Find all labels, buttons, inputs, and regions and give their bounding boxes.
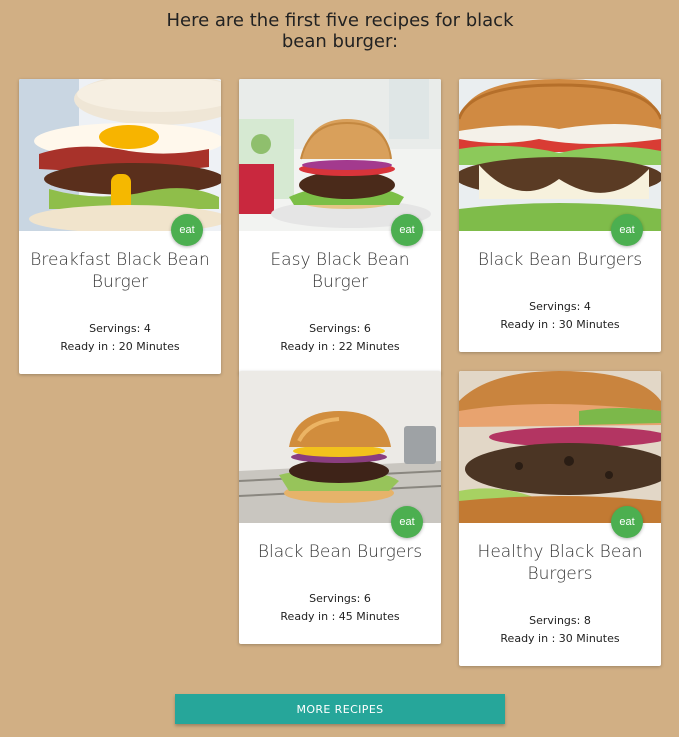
servings-text: Servings: 4 [89,322,151,335]
eat-button[interactable]: eat [391,214,423,246]
servings-text: Servings: 6 [309,322,371,335]
eat-button[interactable]: eat [391,506,423,538]
recipe-meta: Servings: 8 Ready in : 30 Minutes [459,585,661,666]
recipe-meta: Servings: 4 Ready in : 20 Minutes [19,293,221,374]
recipe-card[interactable]: eat Breakfast Black Bean Burger Servings… [19,79,221,374]
servings-text: Servings: 6 [309,592,371,605]
recipe-image[interactable]: eat [239,371,441,538]
recipe-card[interactable]: eat Easy Black Bean Burger Servings: 6 R… [239,79,441,374]
recipe-image[interactable]: eat [459,79,661,246]
eat-button[interactable]: eat [611,214,643,246]
burger-photo [459,79,661,231]
recipe-card[interactable]: eat Black Bean Burgers Servings: 6 Ready… [239,371,441,644]
more-recipes-button[interactable]: MORE RECIPES [175,694,505,724]
ready-time-text: Ready in : 20 Minutes [60,340,180,353]
burger-photo [239,371,441,523]
ready-time-text: Ready in : 30 Minutes [500,318,620,331]
page-title: Here are the first five recipes for blac… [166,10,514,52]
servings-text: Servings: 8 [529,614,591,627]
recipe-image[interactable]: eat [239,79,441,246]
recipe-meta: Servings: 6 Ready in : 22 Minutes [239,293,441,374]
burger-photo [239,79,441,231]
ready-time-text: Ready in : 30 Minutes [500,632,620,645]
recipe-image[interactable]: eat [459,371,661,538]
ready-time-text: Ready in : 45 Minutes [280,610,400,623]
recipe-card[interactable]: eat Healthy Black Bean Burgers Servings:… [459,371,661,666]
burger-photo [459,371,661,523]
recipe-image[interactable]: eat [19,79,221,246]
ready-time-text: Ready in : 22 Minutes [280,340,400,353]
recipe-card[interactable]: eat Black Bean Burgers Servings: 4 Ready… [459,79,661,352]
burger-photo [19,79,221,231]
eat-button[interactable]: eat [171,214,203,246]
eat-button[interactable]: eat [611,506,643,538]
servings-text: Servings: 4 [529,300,591,313]
recipe-meta: Servings: 6 Ready in : 45 Minutes [239,563,441,644]
recipe-meta: Servings: 4 Ready in : 30 Minutes [459,271,661,352]
